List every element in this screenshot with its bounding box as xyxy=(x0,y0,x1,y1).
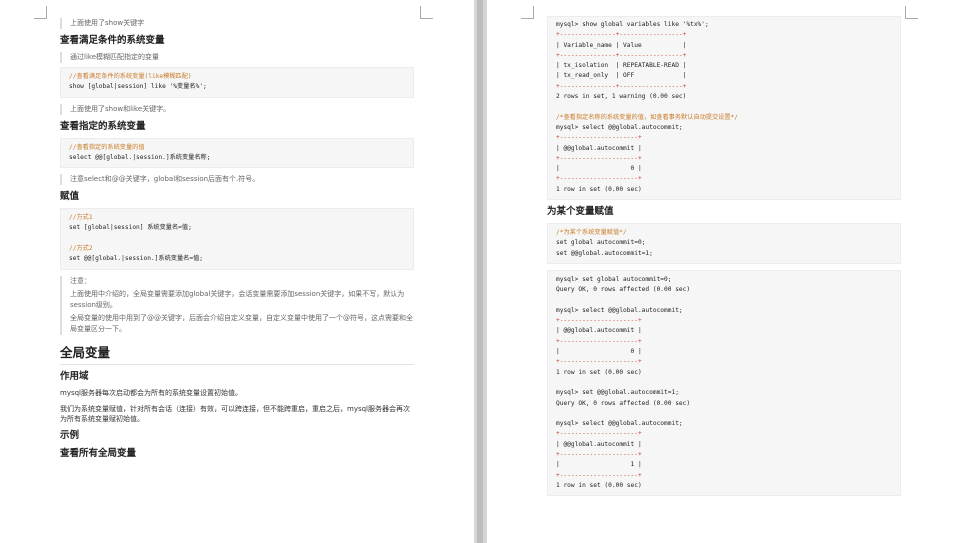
right-content: mysql> show global variables like '%tx%'… xyxy=(547,16,901,502)
code-comment: //方式2 xyxy=(69,245,93,253)
code-comment: /*为某个系统变量赋值*/ xyxy=(556,229,627,237)
code-line: mysql> set global autocommit=0; xyxy=(556,275,672,283)
code-line: set @@global.autocommit=1; xyxy=(556,249,653,257)
code-line: mysql> select @@global.autocommit; xyxy=(556,306,683,314)
heading-specific-vars: 查看指定的系统变量 xyxy=(60,120,146,132)
crop-mark-top-right xyxy=(905,6,918,19)
code-table-border: +---------------------+ xyxy=(556,358,642,366)
code-line: 2 rows in set, 1 warning (0.00 sec) xyxy=(556,93,687,101)
code-line: set @@[global.|session.]系统变量名=值; xyxy=(69,255,203,263)
quote-text: 注意select和@@关键字，global和session后面有个.符号。 xyxy=(70,175,260,184)
code-block-assign-run: mysql> set global autocommit=0; Query OK,… xyxy=(547,269,901,497)
code-line: set [global|session] 系统变量名=值; xyxy=(69,224,192,232)
heading-assign: 赋值 xyxy=(60,191,80,203)
code-comment: //方式1 xyxy=(69,214,93,222)
quote-text: 上面使用了show和like关键字。 xyxy=(70,104,171,113)
code-block-show-global: mysql> show global variables like '%tx%'… xyxy=(547,16,901,201)
code-line: 1 row in set (0.00 sec) xyxy=(556,368,642,376)
code-table-border: +---------------------+ xyxy=(556,154,642,162)
note-paragraph: 上面使用中介绍的，全局变量需要添加global关键字，会话变量需要添加sessi… xyxy=(70,289,405,309)
quote-show: 上面使用了show关键字 xyxy=(60,18,414,29)
note-paragraph: 全局变量的使用中用到了@@关键字，后面会介绍自定义变量，自定义变量中使用了一个@… xyxy=(70,313,413,333)
crop-mark-top-left xyxy=(521,6,534,19)
code-table-border: +---------------+-----------------+ xyxy=(556,82,687,90)
crop-mark-top-left xyxy=(34,6,47,19)
code-block-assign: //方式1 set [global|session] 系统变量名=值; //方式2… xyxy=(60,208,414,270)
code-comment: /*查看指定名称的系统变量的值，如查看事务默认自动提交设置*/ xyxy=(556,113,738,121)
note-title: 注意： xyxy=(70,276,91,285)
code-line: | tx_isolation | REPEATABLE-READ | xyxy=(556,62,687,70)
heading-global-vars: 全局变量 xyxy=(60,345,414,365)
code-line: | 0 | xyxy=(556,165,642,173)
code-line: | 0 | xyxy=(556,348,642,356)
code-line: | @@global.autocommit | xyxy=(556,440,642,448)
code-table-border: +---------------+-----------------+ xyxy=(556,51,687,59)
code-table-border: +---------------------+ xyxy=(556,317,642,325)
code-block-assign-global: /*为某个系统变量赋值*/ set global autocommit=0; set… xyxy=(547,223,901,264)
code-line: | tx_read_only | OFF | xyxy=(556,72,687,80)
code-line: show [global|session] like '%变量名%'; xyxy=(69,83,207,91)
code-line: 1 row in set (0.00 sec) xyxy=(556,481,642,489)
heading-condition-vars: 查看满足条件的系统变量 xyxy=(60,35,165,46)
code-table-border: +---------------------+ xyxy=(556,337,642,345)
code-line: mysql> select @@global.autocommit; xyxy=(556,123,683,131)
code-line: set global autocommit=0; xyxy=(556,239,646,247)
right-page: mysql> show global variables like '%tx%'… xyxy=(487,0,964,543)
code-line: select @@[global.|session.]系统变量名称; xyxy=(69,153,211,161)
code-line: Query OK, 0 rows affected (0.00 sec) xyxy=(556,286,691,294)
quote-like: 通过like模糊匹配指定的变量 xyxy=(60,52,414,63)
code-table-border: +---------------------+ xyxy=(556,450,642,458)
code-comment: //查看满足条件的系统变量(like模糊匹配) xyxy=(69,73,192,80)
code-line: | @@global.autocommit | xyxy=(556,144,642,152)
code-line: mysql> show global variables like '%tx%'… xyxy=(556,21,709,28)
heading-example: 示例 xyxy=(60,429,80,441)
code-line: mysql> set @@global.autocommit=1; xyxy=(556,389,679,397)
code-table-border: +---------------------+ xyxy=(556,134,642,142)
quote-note: 注意： 上面使用中介绍的，全局变量需要添加global关键字，会话变量需要添加s… xyxy=(60,275,414,335)
code-table-border: +---------------------+ xyxy=(556,430,642,438)
heading-view-all-global: 查看所有全局变量 xyxy=(60,447,137,459)
heading-assign-one-var: 为某个变量赋值 xyxy=(547,206,614,218)
left-content: 上面使用了show关键字 查看满足条件的系统变量 通过like模糊匹配指定的变量… xyxy=(60,16,414,465)
left-page: 上面使用了show关键字 查看满足条件的系统变量 通过like模糊匹配指定的变量… xyxy=(0,0,474,543)
paragraph-scope-2: 我们为系统变量赋值，针对所有会话（连接）有效，可以跨连接，但不能跨重启，重启之后… xyxy=(60,404,410,423)
quote-text: 通过like模糊匹配指定的变量 xyxy=(70,53,160,61)
code-block-like: //查看满足条件的系统变量(like模糊匹配) show [global|sess… xyxy=(60,67,414,98)
quote-show-like: 上面使用了show和like关键字。 xyxy=(60,103,414,115)
code-table-border: +---------------+-----------------+ xyxy=(556,31,687,39)
code-table-border: +---------------------+ xyxy=(556,175,642,183)
code-line: mysql> select @@global.autocommit; xyxy=(556,420,683,428)
page-separator xyxy=(477,0,483,543)
crop-mark-top-right xyxy=(420,6,433,19)
code-comment: //查看指定的系统变量的值 xyxy=(69,143,145,151)
code-block-select: //查看指定的系统变量的值 select @@[global.|session.]… xyxy=(60,137,414,169)
code-line: 1 row in set (0.00 sec) xyxy=(556,185,642,193)
code-line: | Variable_name | Value | xyxy=(556,41,687,49)
code-line: | 1 | xyxy=(556,461,642,469)
code-line: Query OK, 0 rows affected (0.00 sec) xyxy=(556,399,691,407)
paragraph-scope-1: mysql服务器每次启动都会为所有的系统变量设置初始值。 xyxy=(60,388,242,397)
quote-text: 上面使用了show关键字 xyxy=(70,19,145,27)
heading-scope: 作用域 xyxy=(60,370,89,382)
code-line: | @@global.autocommit | xyxy=(556,327,642,335)
quote-select-note: 注意select和@@关键字，global和session后面有个.符号。 xyxy=(60,174,414,186)
code-table-border: +---------------------+ xyxy=(556,471,642,479)
